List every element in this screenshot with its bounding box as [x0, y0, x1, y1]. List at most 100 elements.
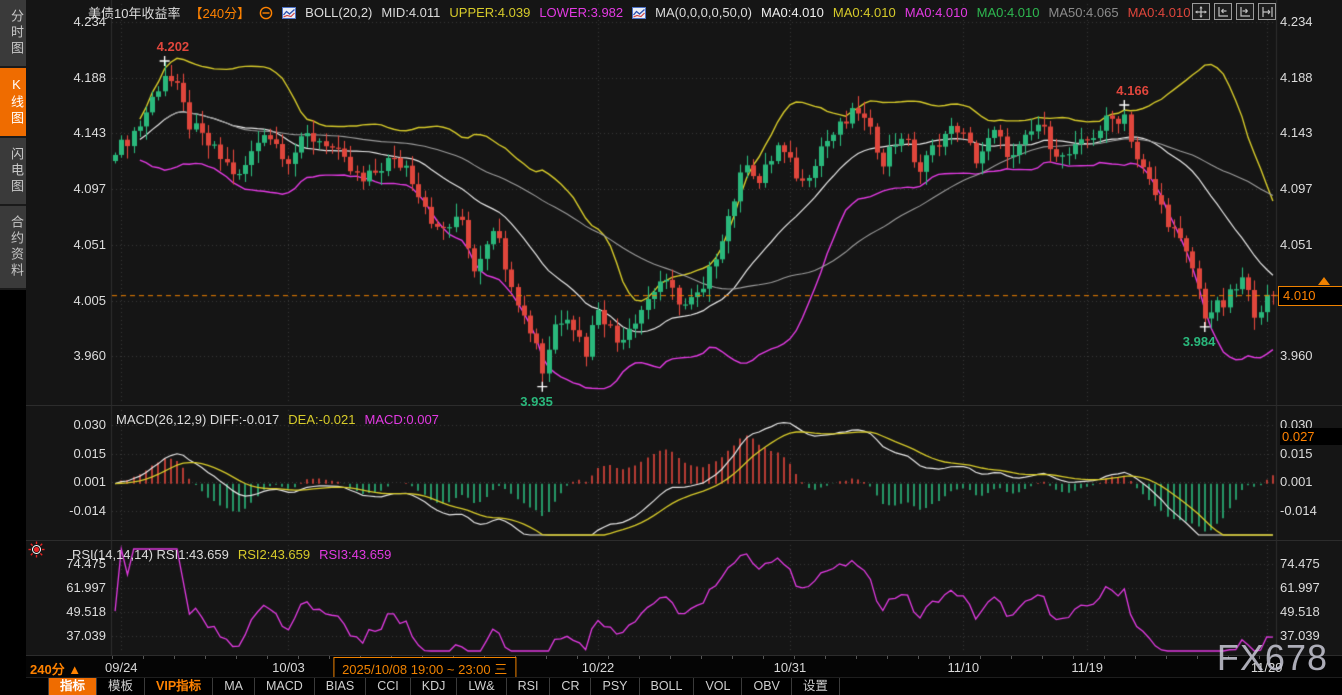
- macd-value-badge: 0.027: [1280, 428, 1342, 445]
- macd-panel: MACD(26,12,9) DIFF:-0.017 DEA:-0.021 MACD:…: [26, 405, 1342, 540]
- shift-right-icon[interactable]: [1236, 3, 1254, 20]
- indicator-value-label: LOWER:3.982: [539, 5, 623, 20]
- toolbar-item-MA[interactable]: MA: [213, 678, 255, 695]
- toolbar-item-设置[interactable]: 设置: [792, 678, 840, 695]
- toolbar-item-VIP指标[interactable]: VIP指标: [145, 678, 213, 695]
- axis-tick-label: 49.518: [1280, 604, 1340, 620]
- watermark-logo: FX678: [1217, 637, 1328, 679]
- time-axis-date: 11/10: [948, 660, 980, 675]
- sidebar-tabs: 分时图K线图闪电图合约资料: [0, 0, 26, 290]
- live-alert-icon: [28, 541, 45, 563]
- axis-tick-label: 4.097: [26, 181, 106, 197]
- indicator-value-label: RSI3:43.659: [319, 547, 391, 562]
- toolbar-item-模板[interactable]: 模板: [97, 678, 145, 695]
- sidebar-tab-闪电图[interactable]: 闪电图: [0, 138, 26, 206]
- last-price-arrow-marker: [1318, 277, 1330, 285]
- chart-window-icons: [1192, 3, 1276, 20]
- sidebar-tab-K线图[interactable]: K线图: [0, 68, 26, 138]
- indicator-value-label: MA0:4.010: [833, 5, 896, 20]
- extreme-price-label: 4.166: [1116, 83, 1149, 98]
- indicator-value-label: MA50:4.065: [1048, 5, 1118, 20]
- axis-tick-label: 3.960: [26, 348, 106, 364]
- go-latest-icon[interactable]: [1258, 3, 1276, 20]
- macd-indicator-header: MACD(26,12,9) DIFF:-0.017 DEA:-0.021 MACD:…: [116, 412, 439, 427]
- time-axis-date: 10/22: [582, 660, 615, 675]
- toolbar-item-CR[interactable]: CR: [550, 678, 591, 695]
- indicator-value-label: 【240分】: [189, 3, 250, 22]
- rsi-panel: RSI(14,14,14) RSI1:43.659 RSI2:43.659 RSI3…: [26, 540, 1342, 655]
- toolbar-item-LW&[interactable]: LW&: [457, 678, 506, 695]
- indicator-value-label: MA0:4.010: [1128, 5, 1191, 20]
- price-indicator-header: 美债10年收益率【240分】 BOLL(20,2) MID:4.011 UPPER:4…: [88, 3, 1190, 22]
- indicator-value-label: RSI(14,14,14) RSI1:43.659: [72, 547, 229, 562]
- axis-tick-label: 61.997: [1280, 580, 1340, 596]
- toolbar-item-OBV[interactable]: OBV: [742, 678, 791, 695]
- axis-tick-label: 0.015: [26, 446, 106, 462]
- axis-tick-label: 4.051: [1280, 237, 1340, 253]
- time-axis-date: 10/03: [272, 660, 305, 675]
- axis-tick-label: 4.097: [1280, 181, 1340, 197]
- toolbar-item-KDJ[interactable]: KDJ: [411, 678, 458, 695]
- indicator-value-label: MACD(26,12,9) DIFF:-0.017: [116, 412, 279, 427]
- indicator-value-label: MID:4.011: [381, 5, 440, 20]
- toolbar-item-BIAS[interactable]: BIAS: [315, 678, 367, 695]
- indicator-value-label: BOLL(20,2): [305, 5, 372, 20]
- price-chart-canvas[interactable]: [26, 0, 1342, 405]
- shift-left-icon[interactable]: [1214, 3, 1232, 20]
- toolbar-item-指标[interactable]: 指标: [48, 678, 97, 695]
- toolbar-item-VOL[interactable]: VOL: [694, 678, 742, 695]
- interval-label[interactable]: 240分 ▲: [30, 659, 81, 678]
- mini-chart-icon: [632, 7, 646, 19]
- axis-tick-label: 0.001: [26, 474, 106, 490]
- last-price-badge: 4.010: [1278, 286, 1342, 306]
- indicator-value-label: MA0:4.010: [761, 5, 824, 20]
- extreme-price-label: 4.202: [157, 39, 190, 54]
- axis-tick-label: 4.143: [26, 125, 106, 141]
- extreme-price-label: 3.984: [1183, 334, 1216, 349]
- time-axis-date: 10/31: [774, 660, 807, 675]
- toolbar-item-BOLL[interactable]: BOLL: [640, 678, 695, 695]
- axis-tick-label: 0.001: [1280, 474, 1340, 490]
- rsi-indicator-header: RSI(14,14,14) RSI1:43.659 RSI2:43.659 RSI3…: [72, 547, 391, 562]
- axis-tick-label: 4.051: [26, 237, 106, 253]
- indicator-value-label: MA(0,0,0,0,50,0): [655, 5, 752, 20]
- axis-tick-label: 4.234: [1280, 14, 1340, 30]
- mini-chart-icon: [282, 7, 296, 19]
- indicator-value-label: RSI2:43.659: [238, 547, 310, 562]
- axis-tick-label: -0.014: [26, 503, 106, 519]
- indicator-value-label: UPPER:4.039: [449, 5, 530, 20]
- sidebar-tab-分时图[interactable]: 分时图: [0, 0, 26, 68]
- indicator-value-label: MACD:0.007: [364, 412, 438, 427]
- axis-tick-label: 74.475: [1280, 556, 1340, 572]
- axis-tick-label: 0.030: [26, 417, 106, 433]
- axis-tick-label: 4.188: [26, 70, 106, 86]
- axis-tick-label: 61.997: [26, 580, 106, 596]
- price-chart-panel: 美债10年收益率【240分】 BOLL(20,2) MID:4.011 UPPER:4…: [26, 0, 1342, 405]
- axis-tick-label: 37.039: [26, 628, 106, 644]
- axis-tick-label: -0.014: [1280, 503, 1340, 519]
- axis-tick-label: 3.960: [1280, 348, 1340, 364]
- indicator-value-label: DEA:-0.021: [288, 412, 355, 427]
- axis-tick-label: 4.188: [1280, 70, 1340, 86]
- sidebar-tab-合约资料[interactable]: 合约资料: [0, 206, 26, 290]
- trading-app-window: 分时图K线图闪电图合约资料 美债10年收益率【240分】 BOLL(20,2) MI…: [0, 0, 1342, 695]
- pan-tool-icon[interactable]: [1192, 3, 1210, 20]
- indicator-value-label: MA0:4.010: [905, 5, 968, 20]
- toolbar-item-CCI[interactable]: CCI: [366, 678, 411, 695]
- time-axis-date: 09/24: [105, 660, 138, 675]
- chart-type-sidebar: 分时图K线图闪电图合约资料: [0, 0, 26, 695]
- minus-circle-icon[interactable]: [259, 6, 273, 20]
- indicator-toolbar: 指标模板VIP指标MAMACDBIASCCIKDJLW&RSICRPSYBOLL…: [26, 677, 1342, 695]
- axis-tick-label: 0.015: [1280, 446, 1340, 462]
- axis-tick-label: 4.143: [1280, 125, 1340, 141]
- time-axis-date: 11/19: [1071, 660, 1103, 675]
- time-axis: 240分 ▲ 09/2410/0310/2210/3111/1011/1911/…: [26, 655, 1342, 677]
- toolbar-item-PSY[interactable]: PSY: [591, 678, 639, 695]
- indicator-value-label: 美债10年收益率: [88, 3, 180, 22]
- toolbar-item-RSI[interactable]: RSI: [507, 678, 551, 695]
- axis-tick-label: 4.005: [26, 293, 106, 309]
- time-axis-ticks: [112, 656, 1276, 659]
- toolbar-item-MACD[interactable]: MACD: [255, 678, 315, 695]
- indicator-value-label: MA0:4.010: [977, 5, 1040, 20]
- extreme-price-label: 3.935: [520, 394, 553, 409]
